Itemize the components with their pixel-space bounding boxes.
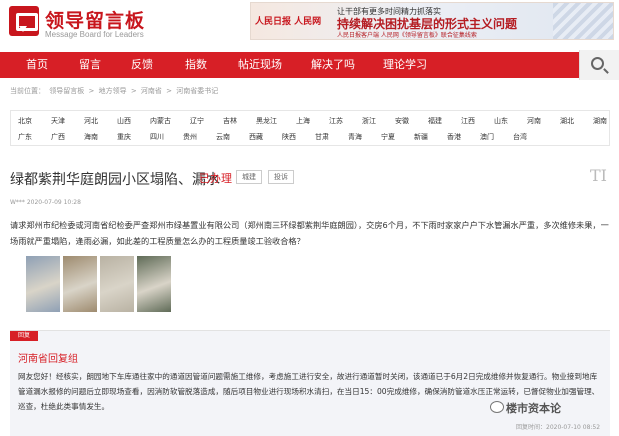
breadcrumb-link-henan[interactable]: 河南省: [141, 87, 162, 95]
region-link[interactable]: 辽宁: [190, 116, 204, 126]
region-link[interactable]: 黑龙江: [256, 116, 277, 126]
region-link[interactable]: 山东: [494, 116, 508, 126]
reply-department: 河南省回复组: [18, 354, 78, 365]
region-link[interactable]: 香港: [447, 132, 461, 142]
post-photos: [26, 256, 176, 312]
nav-item-solved[interactable]: 解决了吗: [304, 52, 362, 78]
region-link[interactable]: 福建: [428, 116, 442, 126]
region-link[interactable]: 云南: [216, 132, 230, 142]
site-header: 领导留言板 Message Board for Leaders 人民日报 人民网…: [0, 0, 619, 48]
post-photo[interactable]: [26, 256, 60, 312]
tag-complaint[interactable]: 投诉: [268, 170, 294, 184]
search-button[interactable]: [579, 50, 619, 80]
search-icon: [591, 57, 604, 70]
nav-item-home[interactable]: 首页: [14, 52, 60, 78]
region-link[interactable]: 江西: [461, 116, 475, 126]
region-link[interactable]: 上海: [296, 116, 310, 126]
post-photo[interactable]: [100, 256, 134, 312]
region-link[interactable]: 陕西: [282, 132, 296, 142]
region-link[interactable]: 重庆: [117, 132, 131, 142]
region-link[interactable]: 浙江: [362, 116, 376, 126]
post-body: 请求郑州市纪检委或河南省纪检委严查郑州市绿基置业有限公司（郑州南三环绿都紫荆华庭…: [10, 220, 609, 246]
breadcrumb-separator: >: [88, 87, 95, 95]
breadcrumb-link-local-leaders[interactable]: 地方领导: [99, 87, 127, 95]
region-link[interactable]: 湖北: [560, 116, 574, 126]
post-meta: W*** 2020-07-09 10:28: [10, 199, 81, 206]
nav-item-theory[interactable]: 理论学习: [376, 52, 434, 78]
site-logo[interactable]: 领导留言板 Message Board for Leaders: [9, 4, 154, 44]
logo-title: 领导留言板: [45, 10, 146, 32]
message-board-logo-icon: [9, 6, 39, 36]
font-size-icon[interactable]: TI: [590, 166, 607, 185]
breadcrumb-separator: >: [130, 87, 137, 95]
region-link[interactable]: 新疆: [414, 132, 428, 142]
banner-line3: 人民日报客户端 人民网《领导留言板》联合征集线索: [337, 32, 477, 39]
region-link[interactable]: 澳门: [480, 132, 494, 142]
region-link[interactable]: 河北: [84, 116, 98, 126]
nav-item-onsite[interactable]: 帖近现场: [232, 52, 288, 78]
breadcrumb-separator: >: [166, 87, 173, 95]
banner-decoration: [553, 3, 613, 39]
region-link[interactable]: 湖南: [593, 116, 607, 126]
watermark: 楼市资本论: [506, 402, 561, 415]
status-badge: 已办理: [199, 172, 232, 185]
breadcrumb: 当前位置： 领导留言板 > 地方领导 > 河南省 > 河南省委书记: [10, 86, 220, 96]
region-link[interactable]: 广西: [51, 132, 65, 142]
region-link[interactable]: 四川: [150, 132, 164, 142]
nav-item-feedback[interactable]: 反馈: [122, 52, 162, 78]
region-link[interactable]: 青海: [348, 132, 362, 142]
region-link[interactable]: 河南: [527, 116, 541, 126]
logo-subtitle: Message Board for Leaders: [45, 30, 144, 39]
region-link[interactable]: 海南: [84, 132, 98, 142]
header-banner-ad[interactable]: 人民日报 人民网 让干部有更多时间精力抓落实 持续解决困扰基层的形式主义问题 人…: [250, 2, 614, 40]
watermark-wechat-icon: [490, 401, 504, 413]
region-link[interactable]: 安徽: [395, 116, 409, 126]
post-photo[interactable]: [63, 256, 97, 312]
region-link[interactable]: 天津: [51, 116, 65, 126]
region-link[interactable]: 甘肃: [315, 132, 329, 142]
banner-brand: 人民日报 人民网: [255, 17, 322, 27]
region-link[interactable]: 山西: [117, 116, 131, 126]
post-title: 绿都紫荆华庭朗园小区塌陷、漏水: [10, 172, 220, 188]
region-link[interactable]: 广东: [18, 132, 32, 142]
nav-item-index[interactable]: 指数: [176, 52, 216, 78]
region-link[interactable]: 江苏: [329, 116, 343, 126]
region-link[interactable]: 贵州: [183, 132, 197, 142]
breadcrumb-label: 当前位置：: [10, 87, 45, 95]
region-link[interactable]: 吉林: [223, 116, 237, 126]
main-nav: 首页 留言 反馈 指数 帖近现场 解决了吗 理论学习: [0, 52, 619, 78]
nav-item-message[interactable]: 留言: [70, 52, 110, 78]
region-link[interactable]: 宁夏: [381, 132, 395, 142]
tag-chengjian[interactable]: 城建: [236, 170, 262, 184]
breadcrumb-link-leader[interactable]: 河南省委书记: [176, 87, 218, 95]
post-photo[interactable]: [137, 256, 171, 312]
region-link[interactable]: 北京: [18, 116, 32, 126]
region-link[interactable]: 内蒙古: [150, 116, 171, 126]
reply-label: 回复: [10, 331, 38, 341]
region-link[interactable]: 台湾: [513, 132, 527, 142]
region-link[interactable]: 西藏: [249, 132, 263, 142]
breadcrumb-link-home[interactable]: 领导留言板: [49, 87, 84, 95]
reply-date: 回复时间：2020-07-10 08:52: [516, 424, 601, 431]
